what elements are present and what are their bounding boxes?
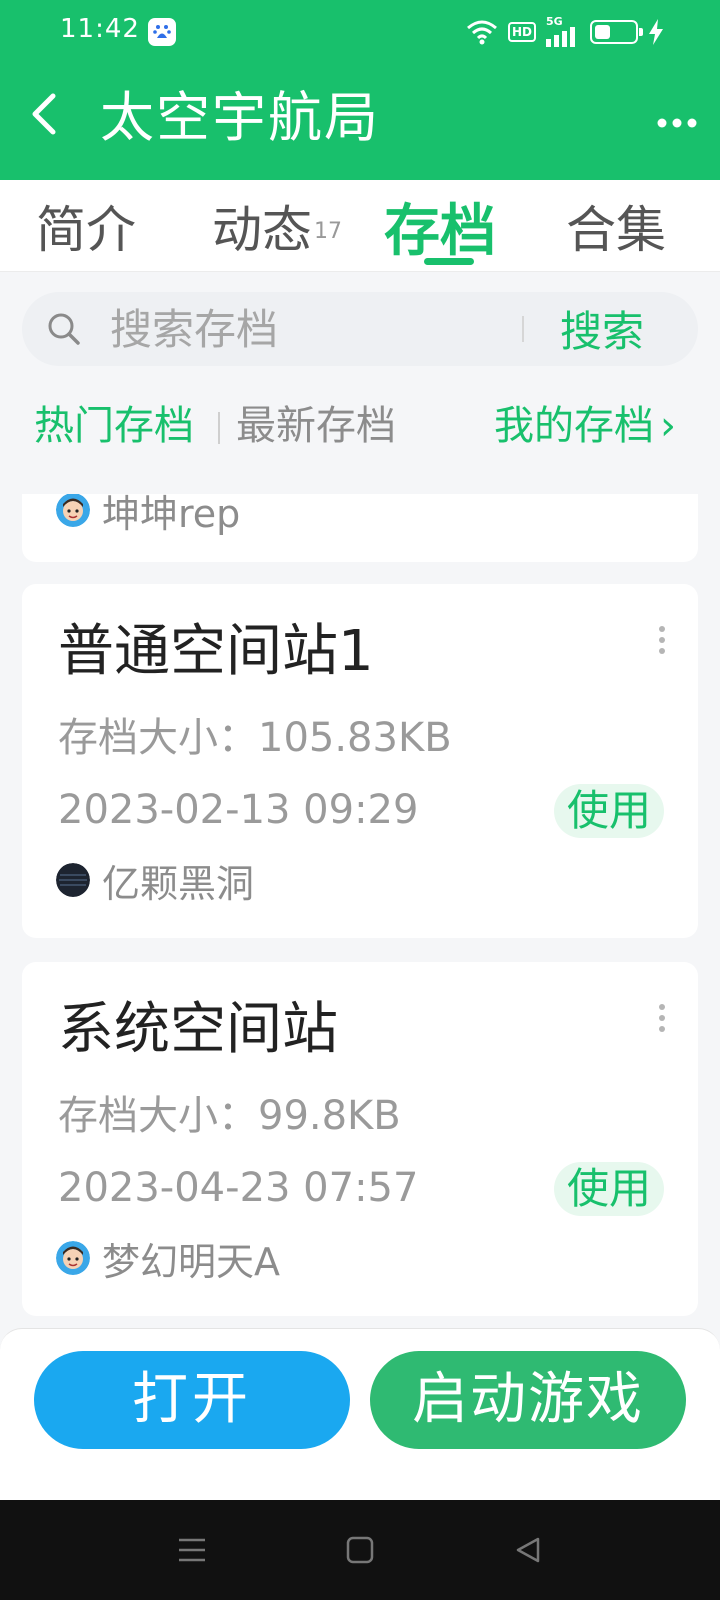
dot bbox=[659, 648, 665, 654]
cartoon-face-avatar bbox=[56, 494, 90, 527]
tab-intro[interactable]: 简介 bbox=[36, 180, 136, 272]
archive-date: 2023-04-23 07:57 bbox=[58, 1165, 419, 1211]
archive-title: 普通空间站1 bbox=[58, 619, 374, 684]
my-archives-link[interactable]: 我的存档 › bbox=[494, 398, 676, 454]
back-nav-button[interactable] bbox=[508, 1530, 548, 1570]
page-title: 太空宇航局 bbox=[100, 86, 380, 149]
card-more-button[interactable] bbox=[652, 620, 672, 660]
author-name: 坤坤rep bbox=[102, 494, 241, 536]
battery-level bbox=[595, 24, 611, 39]
dark-planet-avatar bbox=[56, 863, 90, 897]
archive-size: 存档大小：105.83KB bbox=[58, 715, 452, 761]
archive-content: 搜索 热门存档 最新存档 我的存档 › 坤 bbox=[0, 272, 720, 1500]
signal-icon: 5G bbox=[546, 16, 580, 47]
dot bbox=[659, 1015, 665, 1021]
tab-bar: 简介 动态 17 存档 合集 bbox=[0, 180, 720, 272]
archive-card[interactable]: 坤坤rep bbox=[22, 494, 698, 562]
square-icon bbox=[346, 1536, 374, 1564]
filter-hot-archives[interactable]: 热门存档 bbox=[34, 398, 194, 454]
chevron-left-icon bbox=[32, 93, 56, 135]
tab-label: 动态 bbox=[212, 201, 312, 259]
active-tab-indicator bbox=[424, 258, 474, 265]
filter-divider bbox=[218, 412, 220, 444]
recent-apps-button[interactable] bbox=[172, 1530, 212, 1570]
archive-card[interactable]: 普通空间站1 存档大小：105.83KB 2023-02-13 09:29 使用… bbox=[22, 584, 698, 938]
dot bbox=[659, 1026, 665, 1032]
author-row: 坤坤rep bbox=[56, 494, 240, 538]
author-name: 亿颗黑洞 bbox=[102, 861, 255, 906]
network-type: 5G bbox=[546, 15, 563, 28]
author-row: 亿颗黑洞 bbox=[56, 852, 254, 908]
my-archives-label: 我的存档 bbox=[494, 403, 654, 449]
tab-label: 简介 bbox=[36, 201, 136, 259]
status-bar: 11:42 HD 5G bbox=[0, 0, 720, 64]
more-dots-icon bbox=[657, 118, 697, 128]
dot bbox=[659, 637, 665, 643]
system-nav-bar bbox=[0, 1500, 720, 1600]
archive-card[interactable]: 系统空间站 存档大小：99.8KB 2023-04-23 07:57 使用 梦幻… bbox=[22, 962, 698, 1316]
author-name: 梦幻明天A bbox=[102, 1239, 280, 1284]
dot bbox=[659, 1004, 665, 1010]
archive-size: 存档大小：99.8KB bbox=[58, 1093, 401, 1139]
tab-label: 合集 bbox=[566, 201, 666, 259]
charging-icon bbox=[649, 18, 663, 45]
menu-lines-icon bbox=[179, 1538, 205, 1562]
card-more-button[interactable] bbox=[652, 998, 672, 1038]
tab-updates[interactable]: 动态 17 bbox=[212, 180, 342, 272]
start-game-button[interactable]: 启动游戏 bbox=[370, 1351, 686, 1449]
search-input[interactable] bbox=[110, 300, 510, 358]
triangle-back-icon bbox=[516, 1537, 540, 1563]
tab-count-badge: 17 bbox=[314, 218, 342, 244]
filter-row: 热门存档 最新存档 我的存档 › bbox=[0, 384, 720, 474]
bottom-action-panel: 打开 启动游戏 bbox=[0, 1328, 720, 1500]
use-archive-button[interactable]: 使用 bbox=[554, 1162, 664, 1216]
home-button[interactable] bbox=[340, 1530, 380, 1570]
app-bar: 太空宇航局 bbox=[0, 64, 720, 180]
wifi-icon bbox=[467, 20, 497, 44]
search-divider bbox=[522, 316, 524, 342]
more-options-button[interactable] bbox=[652, 98, 702, 148]
search-bar: 搜索 bbox=[22, 292, 698, 366]
search-icon bbox=[48, 313, 80, 345]
use-archive-button[interactable]: 使用 bbox=[554, 784, 664, 838]
back-button[interactable] bbox=[22, 88, 66, 140]
open-button[interactable]: 打开 bbox=[34, 1351, 350, 1449]
tab-collections[interactable]: 合集 bbox=[566, 180, 666, 272]
search-button[interactable]: 搜索 bbox=[560, 302, 644, 362]
tab-label: 存档 bbox=[384, 198, 496, 264]
hd-badge: HD bbox=[507, 21, 536, 42]
status-icons: HD 5G bbox=[466, 16, 664, 47]
author-row: 梦幻明天A bbox=[56, 1230, 280, 1286]
filter-latest-archives[interactable]: 最新存档 bbox=[236, 398, 396, 454]
dot bbox=[659, 626, 665, 632]
archive-date: 2023-02-13 09:29 bbox=[58, 787, 419, 833]
battery-icon bbox=[590, 19, 643, 44]
cartoon-face-avatar bbox=[56, 1241, 90, 1275]
status-time: 11:42 bbox=[60, 14, 140, 44]
chevron-right-icon: › bbox=[660, 403, 676, 449]
baidu-app-icon bbox=[148, 18, 176, 46]
archive-title: 系统空间站 bbox=[58, 997, 338, 1062]
